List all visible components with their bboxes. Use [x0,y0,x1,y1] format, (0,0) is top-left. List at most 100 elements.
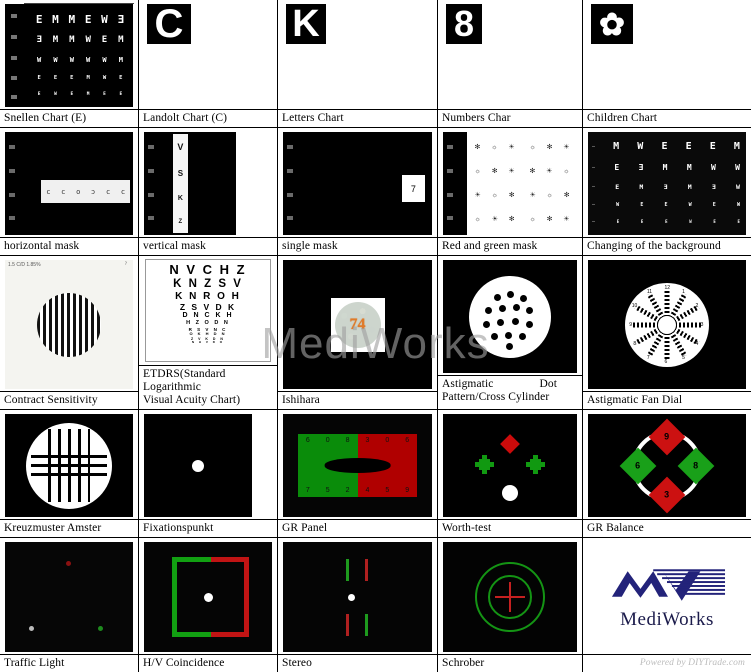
gr-panel-canvas: 608 752 306 459 [283,414,432,517]
mask-canvas: ccoɔcc [5,132,133,235]
mediworks-logo-art: MediWorks [583,538,751,654]
brand-name: MediWorks [620,609,714,630]
fixation-art [139,410,277,519]
cell-caption: Worth-test [438,519,582,537]
cell-caption: Traffic Light [0,654,138,672]
cell-caption: Astigmatic Dot Pattern/Cross Cylinder [438,375,582,409]
grating-canvas: 1.5 C/D 1.85% ? [5,260,133,389]
kreuzmuster-canvas [5,414,133,517]
cell-red-green-mask[interactable]: ✻ ☼ ☀ ☼ ✻ ☀ ☀ ☼ ✻ ☼ ☀ ✻ ☼ ✻ ☀ ✻ ☀ ☼ ☀ ☼ ✻ ☼ ✻ ☀ [438,128,583,256]
etdrs-canvas: N V C H Z K N Z S V K N R O H Z S V D K … [145,259,271,362]
cell-single-mask[interactable]: 7 single mask [278,128,438,256]
ishihara-canvas: 74 [283,260,432,389]
page-root: MediWorks EMMEWƎ ƎMMWEM WWWWWM EEEMWE EW… [0,0,751,672]
acuity-scale [9,138,17,229]
cell-caption: Stereo [278,654,437,672]
table-row: ƎMMWEM [36,35,124,46]
table-row: WWWWWM [37,55,123,64]
fixation-dot [191,459,204,472]
cell-worth-test[interactable]: Worth-test [438,410,583,538]
single-mask-window: 7 [402,175,425,203]
cell-caption: Changing of the background [583,237,751,255]
center-dot [203,592,213,602]
cell-letters-chart[interactable]: K Letters Chart [278,0,438,128]
cell-caption: H/V Coincidence [139,654,277,672]
center-dot [348,593,356,601]
cell-changing-background[interactable]: — M W E E E M — E Ǝ M M W W — E M Ǝ M Ǝ W — W E E W E W — E E E W E E … [583,128,751,256]
table-row: — E M Ǝ M Ǝ W [592,183,740,192]
cell-caption: single mask [278,237,437,255]
cell-fixationspunkt[interactable]: Fixationspunkt [139,410,278,538]
fan-dial-art: 12 1 2 3 4 5 6 7 8 9 10 11 [583,256,751,391]
schober-art [438,538,582,654]
cell-gr-balance[interactable]: 9 3 6 8 GR Balance [583,410,751,538]
landolt-c-art: C [139,0,277,109]
cell-horizontal-mask[interactable]: ccoɔcc horizontal mask [0,128,139,256]
gr-balance-canvas: 9 3 6 8 [588,414,746,517]
center-ellipse [324,458,391,473]
table-row: — M W E E E M [592,141,740,153]
cell-caption: Ishihara [278,391,437,409]
table-row: EMMEWƎ [35,12,125,26]
cell-caption: Schrober [438,654,582,672]
snellen-rows: EMMEWƎ ƎMMWEM WWWWWM EEEMWE EWEMEE [27,4,133,107]
cell-astigmatic-dot[interactable]: Astigmatic Dot Pattern/Cross Cylinder [438,256,583,410]
table-row: — E E E W E E [592,218,740,225]
cell-etdrs-chart[interactable]: N V C H Z K N Z S V K N R O H Z S V D K … [139,256,278,410]
cell-ishihara[interactable]: 74 Ishihara [278,256,438,410]
numbers-chart-art: 8 [438,0,582,109]
acuity-scale [287,138,295,229]
cell-hv-coincidence[interactable]: H/V Coincidence [139,538,278,672]
cell-landolt-chart[interactable]: C Landolt Chart (C) [139,0,278,128]
grating-corner-mark: ? [124,262,127,267]
mask-canvas: 7 [283,132,432,235]
green-half: ✻ ☼ ☀ ☼ ✻ ☀ ☀ ☼ ✻ ☼ ☀ ✻ [474,143,515,223]
horizontal-mask-art: ccoɔcc [0,128,138,237]
cell-brand-logo[interactable]: MediWorks Powered by DIYTrade.com [583,538,751,672]
red-green-canvas: ✻ ☼ ☀ ☼ ✻ ☀ ☀ ☼ ✻ ☼ ☀ ✻ ☼ ✻ ☀ ✻ ☀ ☼ ☀ ☼ ✻ ☼ ✻ ☀ [443,132,577,235]
vertical-mask-art: V S K Z [139,128,277,237]
powered-by-label: Powered by DIYTrade.com [583,654,751,672]
gr-panel-inner: 608 752 306 459 [297,433,418,498]
ishihara-plate: 74 [334,301,381,348]
cell-caption: GR Balance [583,519,751,537]
stereo-canvas [283,542,432,652]
table-row: EEEMWE [37,74,123,81]
grating-label: 1.5 C/D 1.85% [8,262,41,268]
cell-caption: Red and green mask [438,237,582,255]
cell-caption: Children Chart [583,109,751,127]
astigmatic-dot-art [438,256,582,375]
gr-balance-art: 9 3 6 8 [583,410,751,519]
cell-astigmatic-fan-dial[interactable]: 12 1 2 3 4 5 6 7 8 9 10 11 Astigmatic Fa… [583,256,751,410]
cell-vertical-mask[interactable]: V S K Z vertical mask [139,128,278,256]
traffic-light-art [0,538,138,654]
cell-traffic-light[interactable]: Traffic Light [0,538,139,672]
hv-coincidence-art [139,538,277,654]
cell-caption: Fixationspunkt [139,519,277,537]
fixation-canvas [144,414,252,517]
cell-stereo[interactable]: Stereo [278,538,438,672]
green-cross-right [525,455,545,475]
etdrs-art: N V C H Z K N Z S V K N R O H Z S V D K … [139,256,277,365]
mask-bg: V S K Z [144,132,237,235]
fan-hub [658,315,676,334]
red-bracket [210,557,249,637]
cell-schrober[interactable]: Schrober [438,538,583,672]
stereo-art [278,538,437,654]
cell-contrast-sensitivity[interactable]: 1.5 C/D 1.85% ? Contract Sensitivity [0,256,139,410]
acuity-scale [148,138,156,229]
cell-caption: horizontal mask [0,237,138,255]
table-row: — W E E W E W [592,201,740,208]
red-green-mask-art: ✻ ☼ ☀ ☼ ✻ ☀ ☀ ☼ ✻ ☼ ☀ ✻ ☼ ✻ ☀ ✻ ☀ ☼ ☀ ☼ ✻ ☼ ✻ ☀ [438,128,582,237]
red-diamond [500,433,520,454]
dot-disc [469,275,551,358]
cell-children-chart[interactable]: ✿ Children Chart [583,0,751,128]
cell-caption: Contract Sensitivity [0,391,138,409]
cell-kreuzmuster-amsler[interactable]: Kreuzmuster Amster [0,410,139,538]
cell-snellen-chart[interactable]: EMMEWƎ ƎMMWEM WWWWWM EEEMWE EWEMEE Snell… [0,0,139,128]
table-row: — E Ǝ M M W W [592,163,740,173]
cell-numbers-chart[interactable]: 8 Numbers Char [438,0,583,128]
traffic-canvas [5,542,133,652]
snellen-e-grid: EMMEWƎ ƎMMWEM WWWWWM EEEMWE EWEMEE [5,3,134,107]
cell-gr-panel[interactable]: 608 752 306 459 GR Panel [278,410,438,538]
